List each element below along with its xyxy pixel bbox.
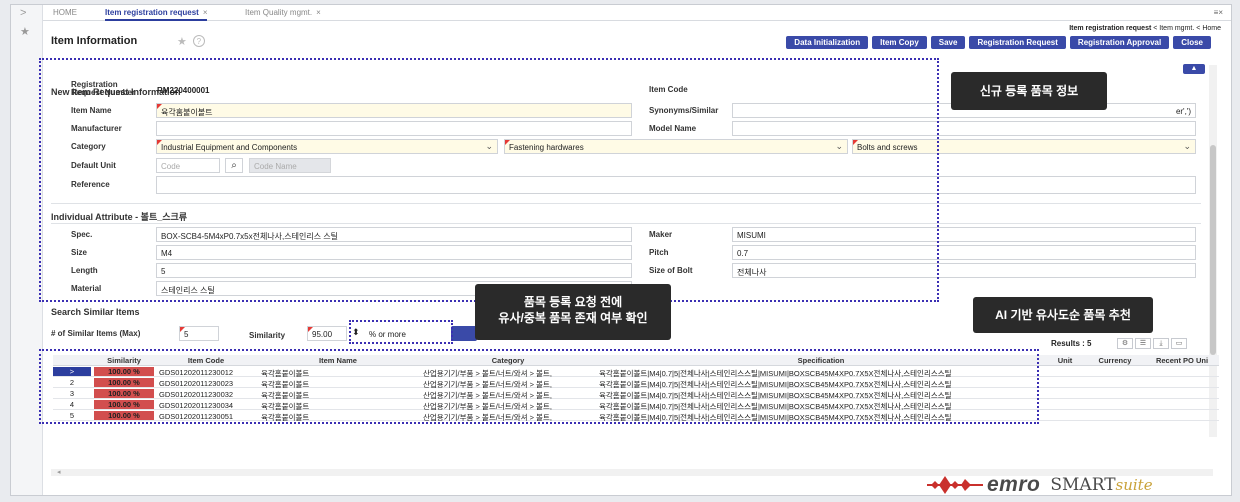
item-copy-button[interactable]: Item Copy	[872, 36, 927, 49]
tab-item-registration-request[interactable]: Item registration request ×	[105, 8, 208, 21]
annotation-similarity-box	[349, 320, 453, 344]
tab-bar: HOME Item registration request × Item Qua…	[43, 5, 1231, 21]
callout-new-item-info: 신규 등록 품목 정보	[951, 72, 1107, 110]
help-icon[interactable]: ?	[192, 35, 205, 47]
collapse-section-button[interactable]: ▲	[1183, 64, 1205, 74]
registration-approval-button[interactable]: Registration Approval	[1069, 36, 1170, 49]
grid-tools: ⚙ ☰ ⤓ ▭	[1117, 338, 1187, 349]
scroll-thumb[interactable]	[1210, 145, 1216, 355]
star-icon[interactable]: ★	[177, 36, 187, 48]
expand-menu-icon[interactable]: >	[20, 7, 26, 19]
chevron-up-icon: ▲	[1190, 65, 1198, 72]
logo-brand: emro	[987, 473, 1041, 496]
synonyms-hint: er',')	[1175, 107, 1191, 116]
tab-close-icon[interactable]: ×	[316, 8, 321, 17]
registration-request-button[interactable]: Registration Request	[969, 36, 1066, 49]
callout-duplicate-check: 품목 등록 요청 전에 유사/중복 품목 존재 여부 확인	[475, 284, 671, 340]
data-initialization-button[interactable]: Data Initialization	[786, 36, 869, 49]
breadcrumb-parent[interactable]: Item mgmt.	[1159, 25, 1194, 32]
tab-home[interactable]: HOME	[53, 8, 77, 17]
app-window: > ★ HOME Item registration request × Item…	[10, 4, 1232, 496]
callout-ai-recommendation: AI 기반 유사도순 품목 추천	[973, 297, 1153, 333]
title-icons: ★?	[177, 35, 205, 48]
callout-duplicate-check-line2: 유사/중복 품목 존재 여부 확인	[498, 311, 648, 325]
favorites-star-icon[interactable]: ★	[20, 25, 30, 38]
section-search-similar-items: Search Similar Items	[51, 307, 140, 317]
fullscreen-icon[interactable]: ▭	[1171, 338, 1187, 349]
similar-items-max-label: # of Similar Items (Max)	[51, 329, 141, 338]
emro-smartsuite-logo: emro SMART suite	[927, 473, 1153, 496]
toolbar: Data Initialization Item Copy Save Regis…	[786, 36, 1211, 49]
tab-close-icon[interactable]: ×	[203, 8, 208, 17]
tab-menu-icon[interactable]: ≡×	[1214, 8, 1223, 17]
chevron-down-icon: ⌄	[1183, 141, 1191, 151]
breadcrumb-home[interactable]: Home	[1202, 25, 1221, 32]
list-view-icon[interactable]: ☰	[1135, 338, 1151, 349]
annotation-grid-box	[39, 349, 1039, 424]
similar-items-max-input[interactable]: 5	[179, 326, 219, 341]
col-currency[interactable]: Currency	[1086, 356, 1144, 365]
col-unit[interactable]: Unit	[1046, 356, 1084, 365]
scroll-left-icon[interactable]: ◂	[57, 468, 61, 476]
save-button[interactable]: Save	[930, 36, 966, 49]
col-recent-po-unit[interactable]: Recent PO Uni	[1146, 356, 1218, 365]
tab-item-quality-mgmt[interactable]: Item Quality mgmt. ×	[245, 8, 321, 17]
logo-suffix: suite	[1115, 476, 1153, 494]
annotation-new-item-box	[39, 58, 939, 302]
callout-duplicate-check-line1: 품목 등록 요청 전에	[523, 295, 623, 309]
similarity-label: Similarity	[249, 331, 286, 340]
breadcrumb-current: Item registration request	[1069, 25, 1152, 32]
logo-product: SMART	[1050, 475, 1116, 495]
similarity-input[interactable]: 95.00	[307, 326, 347, 341]
column-settings-icon[interactable]: ⚙	[1117, 338, 1133, 349]
breadcrumb-sep: <	[1196, 25, 1201, 32]
emro-logo-mark-icon	[927, 476, 983, 494]
search-similar-button[interactable]	[451, 326, 477, 341]
download-icon[interactable]: ⤓	[1153, 338, 1169, 349]
results-count: Results : 5	[1051, 339, 1092, 348]
breadcrumb-sep: <	[1153, 25, 1158, 32]
page-title: Item Information	[51, 35, 138, 47]
close-button[interactable]: Close	[1173, 36, 1211, 49]
breadcrumb: Item registration request < Item mgmt. <…	[1069, 25, 1221, 32]
